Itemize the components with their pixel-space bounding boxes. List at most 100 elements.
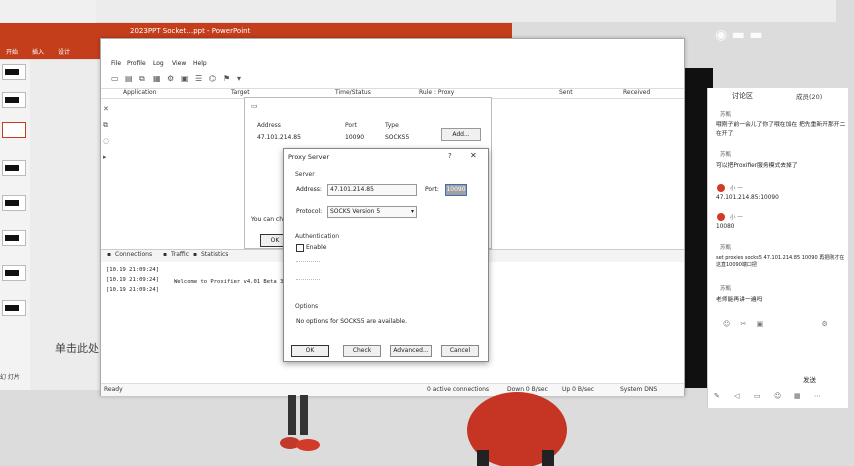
server-row-port[interactable]: 10090 <box>345 134 364 141</box>
discussion-panel: 讨论区 成员(20) 苏甄 哦刚子前一会儿了你了哦在加在 把先重新开那开二在开了… <box>707 88 848 408</box>
chevron-down-icon[interactable]: ▾ <box>237 74 241 83</box>
chat-toolbar: ☺ ✂ ▣ ⚙ <box>723 320 828 328</box>
webcam-figure-left <box>280 395 320 451</box>
column-sent[interactable]: Sent <box>559 89 573 96</box>
resolution-icon[interactable]: ⌬ <box>209 74 216 83</box>
log-line: [10.19 21:09:24] <box>106 287 159 293</box>
speaker-icon[interactable]: ◁ <box>734 392 739 400</box>
column-time-status[interactable]: Time/Status <box>335 89 371 96</box>
background-window-titlebar <box>96 0 836 22</box>
menu-log[interactable]: Log <box>153 60 164 67</box>
people-icon[interactable]: ☺ <box>774 392 781 400</box>
avatar[interactable] <box>717 213 725 221</box>
address-input[interactable]: 47.101.214.85 <box>327 184 417 196</box>
status-ready: Ready <box>104 386 123 393</box>
servers-header-type[interactable]: Type <box>385 122 399 129</box>
open-icon[interactable]: ▭ <box>111 74 119 83</box>
log-line: [10.19 21:09:24] <box>106 277 159 283</box>
server-row-address[interactable]: 47.101.214.85 <box>257 134 301 141</box>
protocol-select[interactable]: SOCKS Version 5 ▾ <box>327 206 417 218</box>
message-text: set proxies socks5 47.101.214.85 10090 再… <box>716 255 845 268</box>
slide-thumbnail[interactable] <box>2 92 26 108</box>
video-icon[interactable]: ▭ <box>754 392 761 400</box>
message-sender: 苏甄 <box>720 112 732 118</box>
proxy-server-dialog: Proxy Server ? ✕ Server Address: 47.101.… <box>283 148 489 362</box>
message-sender: 苏甄 <box>720 286 732 292</box>
slide-thumbnail-selected[interactable] <box>2 122 26 138</box>
help-icon[interactable]: ? <box>448 152 452 160</box>
avatar[interactable] <box>717 184 725 192</box>
side-toolbar: ✕ ⧉ ◌ ▸ <box>103 99 115 169</box>
toolbar: ▭ ▤ ⧉ ▦ ⚙ ▣ ☰ ⌬ ⚑ ▾ <box>101 72 684 89</box>
slide-thumbnail[interactable] <box>2 64 26 80</box>
ribbon-tab-insert[interactable]: 插入 <box>32 47 44 56</box>
slide-thumbnail[interactable] <box>2 160 26 176</box>
slide-thumbnail[interactable] <box>2 300 26 316</box>
username-field-disabled <box>296 261 320 263</box>
grid-icon[interactable]: ▦ <box>794 392 801 400</box>
image-icon[interactable]: ▣ <box>757 320 764 328</box>
tab-statistics[interactable]: Statistics <box>201 251 228 258</box>
column-application[interactable]: Application <box>123 89 157 96</box>
tab-connections[interactable]: Connections <box>115 251 152 258</box>
check-button[interactable]: Check <box>343 345 381 357</box>
filter-icon[interactable]: ◌ <box>103 137 109 145</box>
kill-connection-icon[interactable]: ✕ <box>103 105 109 113</box>
proxy-servers-icon[interactable]: ▣ <box>181 74 189 83</box>
ribbon-tab-home[interactable]: 开始 <box>6 47 18 56</box>
connections-icon: ▪ <box>107 251 112 258</box>
servers-header-address[interactable]: Address <box>257 122 281 129</box>
chevron-down-icon: ▾ <box>410 208 414 215</box>
enable-checkbox[interactable] <box>296 244 304 252</box>
rules-icon[interactable]: ☰ <box>195 74 202 83</box>
slide-thumbnail[interactable] <box>2 230 26 246</box>
ok-button[interactable]: OK <box>291 345 329 357</box>
chat-title[interactable]: 讨论区 <box>732 91 753 101</box>
menu-file[interactable]: File <box>111 60 121 67</box>
server-row-type[interactable]: SOCKS5 <box>385 134 409 141</box>
ppt-slide-thumbnails <box>0 60 31 390</box>
tools-icon[interactable]: ⚑ <box>223 74 230 83</box>
mic-icon[interactable]: ✎ <box>714 392 720 400</box>
menu-view[interactable]: View <box>172 60 186 67</box>
chat-header: 讨论区 成员(20) <box>708 88 848 102</box>
add-server-button[interactable]: Add... <box>441 128 481 141</box>
advanced-button[interactable]: Advanced... <box>390 345 432 357</box>
scissors-icon[interactable]: ✂ <box>741 320 747 328</box>
log-icon[interactable]: ▦ <box>153 74 161 83</box>
settings-icon[interactable]: ⚙ <box>167 74 174 83</box>
column-received[interactable]: Received <box>623 89 650 96</box>
address-label: Address: <box>296 186 322 193</box>
port-input[interactable]: 10090 <box>445 184 467 196</box>
play-icon[interactable]: ▸ <box>103 153 107 161</box>
slide-thumbnail[interactable] <box>2 195 26 211</box>
slide-thumbnail[interactable] <box>2 265 26 281</box>
servers-header-port[interactable]: Port <box>345 122 357 129</box>
chat-members[interactable]: 成员(20) <box>796 91 822 101</box>
ppt-statusbar: 幻 灯片 <box>0 374 20 381</box>
copy-icon[interactable]: ⧉ <box>103 121 108 130</box>
protocol-label: Protocol: <box>296 208 323 215</box>
close-icon[interactable]: ✕ <box>470 151 477 160</box>
menubar: File Profile Log View Help <box>101 57 684 71</box>
emoji-icon[interactable]: ☺ <box>723 320 730 328</box>
password-field-disabled <box>296 279 320 281</box>
more-icon[interactable]: ⋯ <box>814 392 821 400</box>
message-text: 可以把Proxifier服务模式去掉了 <box>716 163 798 169</box>
column-target[interactable]: Target <box>231 89 250 96</box>
log-line: [10.19 21:09:24] <box>106 267 159 273</box>
menu-help[interactable]: Help <box>193 60 207 67</box>
log-panel: [10.19 21:09:24] [10.19 21:09:24] [10.19… <box>104 263 304 323</box>
ppt-slide-placeholder[interactable]: 单击此处 <box>55 340 99 356</box>
menu-profile[interactable]: Profile <box>127 60 146 67</box>
tab-traffic[interactable]: Traffic <box>171 251 189 258</box>
settings-icon[interactable]: ⚙ <box>822 320 828 328</box>
dialog-title: Proxy Server <box>288 153 330 161</box>
cancel-button[interactable]: Cancel <box>441 345 479 357</box>
send-button[interactable]: 发送 <box>803 374 816 384</box>
column-rule-proxy[interactable]: Rule : Proxy <box>419 89 454 96</box>
save-icon[interactable]: ▤ <box>125 74 133 83</box>
network-icon[interactable]: ⧉ <box>139 74 145 84</box>
options-text: No options for SOCKS5 are available. <box>296 318 408 325</box>
ribbon-tab-design[interactable]: 设计 <box>58 47 70 56</box>
